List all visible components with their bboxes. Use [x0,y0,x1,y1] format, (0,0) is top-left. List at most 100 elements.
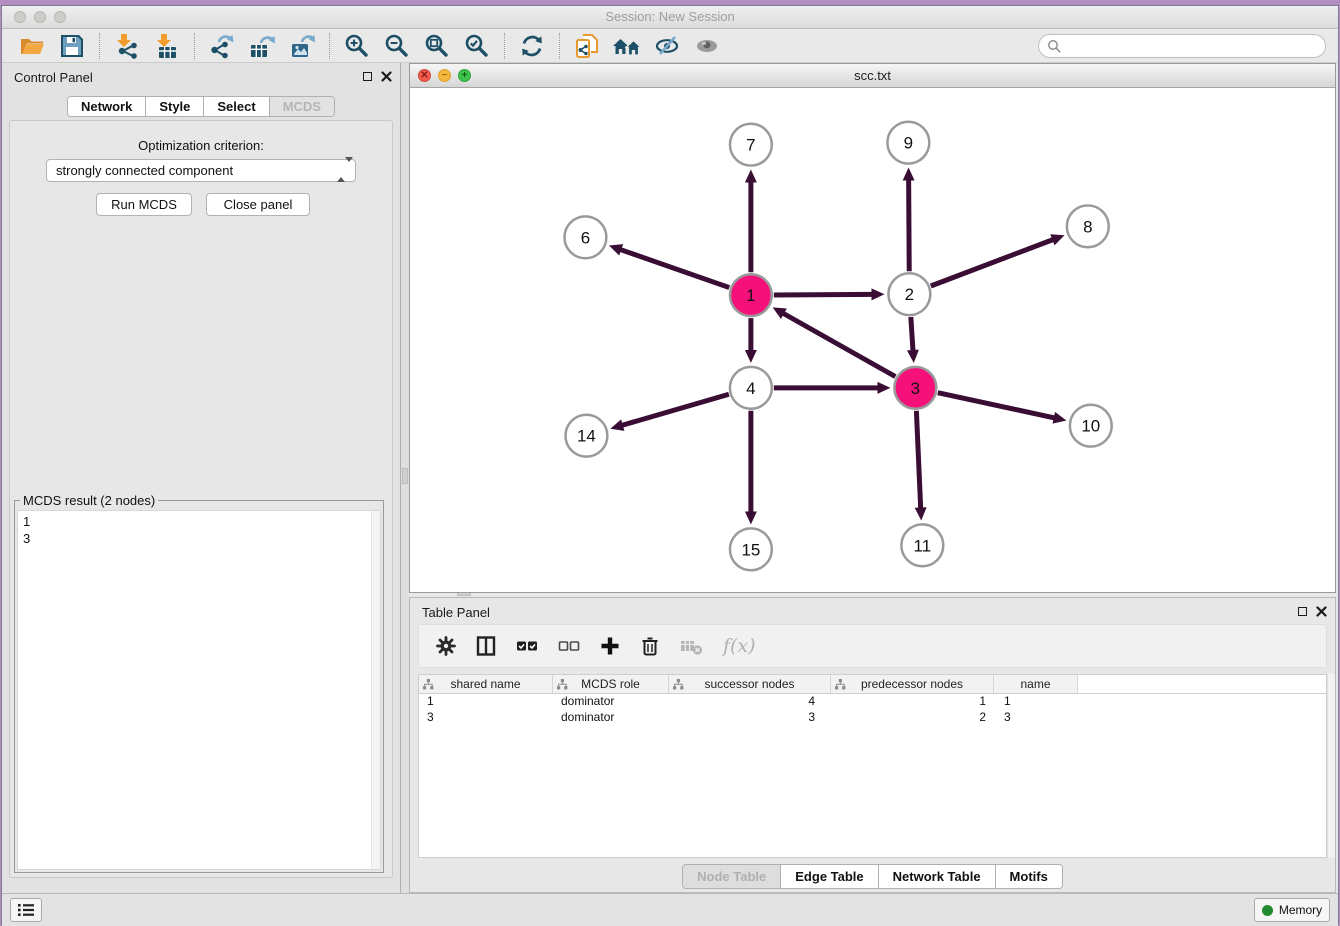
float-panel-icon[interactable] [363,72,372,81]
graph-node-label: 4 [746,379,755,398]
delete-column-trash-icon[interactable] [639,635,661,657]
vertical-splitter[interactable] [401,63,409,893]
network-canvas[interactable]: 7968124314101511 [410,88,1335,592]
tab-mcds[interactable]: MCDS [270,97,334,116]
mcds-result-list[interactable]: 1 3 [17,510,381,870]
graph-node-label: 7 [746,136,755,155]
column-header-successor-nodes[interactable]: successor nodes [669,675,831,693]
tab-motifs[interactable]: Motifs [996,865,1062,888]
app-title: Session: New Session [2,9,1338,24]
table-panel: Table Panel [409,597,1336,893]
deselect-all-icon[interactable] [557,635,581,657]
tab-select[interactable]: Select [204,97,269,116]
column-type-icon [835,679,846,690]
table-header-row: shared name MCDS role successor nodes pr… [419,675,1326,694]
memory-button[interactable]: Memory [1254,898,1330,922]
toolbar-separator [99,33,100,59]
tab-network[interactable]: Network [68,97,146,116]
import-network-icon[interactable] [107,31,147,61]
column-type-icon [673,679,684,690]
run-mcds-button[interactable]: Run MCDS [96,193,192,216]
close-table-panel-icon[interactable] [1316,606,1327,617]
node-table: shared name MCDS role successor nodes pr… [418,674,1327,858]
network-graph: 7968124314101511 [410,88,1335,592]
show-column-panel-icon[interactable] [475,635,497,657]
create-column-plus-icon[interactable] [599,635,621,657]
table-scrollbar[interactable] [1327,674,1335,858]
tab-edge-table[interactable]: Edge Table [781,865,878,888]
search-icon [1047,39,1062,54]
graph-edge-arrowhead [907,350,919,363]
open-session-icon[interactable] [12,31,52,61]
mcds-result-title: MCDS result (2 nodes) [20,493,158,508]
graph-edge-arrowhead [871,288,884,300]
show-all-icon[interactable] [687,31,727,61]
memory-label: Memory [1279,903,1322,917]
task-list-icon [16,901,36,919]
close-panel-icon[interactable] [381,71,392,82]
graph-edge-arrowhead [610,419,624,430]
graph-edge-arrowhead [745,170,757,183]
memory-status-icon [1262,905,1273,916]
export-table-icon[interactable] [242,31,282,61]
graph-edge-3-1[interactable] [782,313,895,377]
search-input[interactable] [1038,34,1326,58]
delete-table-icon [679,635,705,657]
table-panel-title: Table Panel [422,605,490,620]
tab-style[interactable]: Style [146,97,204,116]
network-view-window: ✕ − + scc.txt 7968124314101511 [409,63,1336,593]
hide-selected-icon[interactable] [647,31,687,61]
tab-node-table[interactable]: Node Table [683,865,781,888]
table-settings-gear-icon[interactable] [435,635,457,657]
graph-node-label: 14 [577,427,596,446]
graph-edge-1-6[interactable] [619,249,729,287]
export-network-icon[interactable] [202,31,242,61]
save-session-icon[interactable] [52,31,92,61]
graph-node-label: 11 [914,536,932,555]
graph-edge-2-8[interactable] [931,239,1054,286]
close-panel-button[interactable]: Close panel [206,193,310,216]
graph-node-label: 6 [581,228,590,247]
graph-node-label: 10 [1081,417,1100,436]
zoom-in-icon[interactable] [337,31,377,61]
result-line: 3 [23,530,375,547]
splitter-grip[interactable] [402,468,408,484]
zoom-fit-icon[interactable] [417,31,457,61]
column-header-predecessor-nodes[interactable]: predecessor nodes [831,675,994,693]
select-all-icon[interactable] [515,635,539,657]
graph-edge-3-11[interactable] [916,411,920,510]
graph-edge-2-9[interactable] [909,179,910,272]
control-panel: Control Panel Network Style Select MCDS … [2,63,401,893]
graph-node-label: 2 [905,285,914,304]
graph-edge-3-10[interactable] [938,393,1056,418]
criterion-dropdown[interactable]: strongly connected component [46,159,356,182]
table-row[interactable]: 1 dominator 4 1 1 [419,694,1326,710]
zoom-selected-icon[interactable] [457,31,497,61]
toolbar-separator [559,33,560,59]
zoom-out-icon[interactable] [377,31,417,61]
new-network-from-selection-icon[interactable] [567,31,607,61]
optimization-criterion-label: Optimization criterion: [10,138,392,153]
result-scrollbar[interactable] [371,511,380,869]
app-titlebar: Session: New Session [2,6,1338,29]
column-header-name[interactable]: name [994,675,1078,693]
table-row[interactable]: 3 dominator 3 2 3 [419,710,1326,726]
toolbar-separator [329,33,330,59]
tab-network-table[interactable]: Network Table [879,865,996,888]
function-builder-icon: f(x) [723,635,756,657]
graph-edge-1-2[interactable] [774,294,874,295]
network-window-titlebar: ✕ − + scc.txt [410,64,1335,88]
import-table-icon[interactable] [147,31,187,61]
column-header-mcds-role[interactable]: MCDS role [553,675,669,693]
task-history-button[interactable] [10,898,42,922]
graph-edge-arrowhead [915,507,927,520]
application-window: Session: New Session [1,5,1339,925]
export-image-icon[interactable] [282,31,322,61]
float-table-panel-icon[interactable] [1298,607,1307,616]
graph-edge-4-14[interactable] [621,394,729,425]
first-neighbors-icon[interactable] [607,31,647,61]
refresh-view-icon[interactable] [512,31,552,61]
column-type-icon [557,679,568,690]
column-header-shared-name[interactable]: shared name [419,675,553,693]
graph-edge-2-3[interactable] [911,317,913,352]
